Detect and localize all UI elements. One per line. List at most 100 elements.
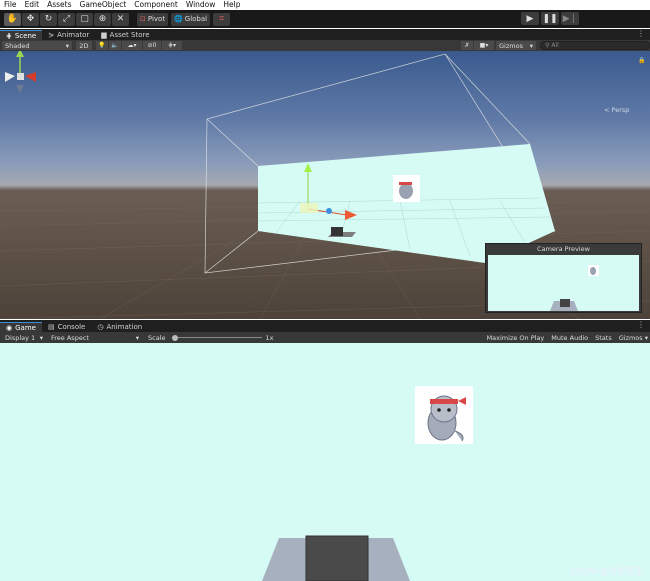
game-character-sprite (415, 386, 473, 444)
visibility-toggle[interactable]: ⊘ 0 (143, 41, 161, 50)
kebab-menu-icon[interactable]: ⋮ (637, 29, 645, 38)
z-axis-handle[interactable] (326, 208, 332, 214)
scale-tool-button[interactable]: ⤢ (58, 12, 75, 26)
chevron-down-icon: ▾ (39, 333, 43, 342)
bulb-icon: 💡 (98, 42, 106, 49)
move-tool-button[interactable]: ✥ (22, 12, 39, 26)
scene-view-bar: Shaded ▾ 2D 💡 🔈 ☁▾ ⊘ 0 ⋕▾ ✗ ■▾ Gizmos ▾ … (0, 40, 650, 51)
gizmo-neg-y-cone[interactable] (16, 85, 24, 93)
shading-dropdown[interactable]: Shaded ▾ (2, 41, 72, 50)
camera-dropdown[interactable]: ■▾ (474, 41, 494, 50)
gizmos-dropdown[interactable]: Gizmos ▾ (496, 41, 536, 50)
tab-animation[interactable]: ◷ Animation (91, 322, 148, 332)
tab-animator[interactable]: ⋟ Animator (42, 30, 95, 40)
tab-console[interactable]: ▤ Console (42, 322, 91, 332)
game-gizmos-dropdown[interactable]: Gizmos ▾ (619, 334, 648, 342)
pivot-toggle[interactable]: ⊡ Pivot (137, 12, 169, 26)
mode-2d-label: 2D (79, 41, 89, 50)
perspective-label[interactable]: < Persp (604, 106, 629, 114)
camera-icon: ■▾ (479, 42, 489, 49)
snap-button[interactable]: ⌗ (213, 12, 231, 26)
custom-tool-icon: ✕ (116, 14, 125, 24)
game-gizmos-label: Gizmos (618, 333, 643, 342)
aspect-dropdown[interactable]: Free Aspect ▾ (48, 333, 142, 342)
gizmo-x-cone[interactable] (25, 72, 36, 82)
menu-assets[interactable]: Assets (43, 0, 75, 10)
kebab-menu-icon[interactable]: ⋮ (637, 320, 645, 329)
scene-search-input[interactable]: ⚲ All (540, 41, 650, 50)
transform-tool-button[interactable]: ⊕ (94, 12, 111, 26)
camera-preview-viewport (488, 255, 639, 311)
game-view[interactable]: CSDN @仓鼠毛吉 (0, 343, 650, 581)
transform-icon: ⊕ (98, 14, 107, 24)
menu-window[interactable]: Window (182, 0, 220, 10)
menu-file[interactable]: File (0, 0, 21, 10)
scale-icon: ⤢ (62, 14, 71, 24)
grid-dropdown[interactable]: ⋕▾ (162, 41, 182, 50)
scene-view[interactable]: < Persp 🔒 Camera Preview (0, 51, 650, 319)
tab-asset-store[interactable]: ▆ Asset Store (95, 30, 155, 40)
custom-tool-button[interactable]: ✕ (112, 12, 129, 26)
menu-help[interactable]: Help (219, 0, 244, 10)
tab-game-label: Game (15, 323, 36, 332)
pivot-icon: ⊡ (140, 15, 146, 23)
mode-2d-button[interactable]: 2D (76, 41, 92, 50)
scale-slider-knob[interactable] (171, 334, 178, 341)
tab-scene[interactable]: ⋕ Scene (0, 30, 43, 40)
orientation-gizmo[interactable] (0, 51, 40, 99)
global-toggle[interactable]: 🌐 Global (171, 12, 211, 26)
rect-tool-button[interactable]: ▢ (76, 12, 93, 26)
aspect-label: Free Aspect (51, 333, 89, 342)
tab-console-label: Console (57, 323, 86, 331)
play-button[interactable]: ▶ (521, 12, 539, 25)
global-label: Global (184, 15, 208, 23)
store-icon: ▆ (101, 31, 107, 39)
tab-game[interactable]: ◉ Game (0, 322, 42, 332)
game-tab-strip: ◉ Game ▤ Console ◷ Animation ⋮ (0, 320, 650, 332)
console-icon: ▤ (47, 323, 55, 331)
stats-toggle[interactable]: Stats (595, 334, 612, 342)
game-view-bar: Display 1 ▾ Free Aspect ▾ Scale 1x Maxim… (0, 332, 650, 343)
step-button[interactable]: ▶❘ (561, 12, 579, 25)
grid-icon: ⋕ (6, 31, 12, 40)
menu-gameobject[interactable]: GameObject (76, 0, 131, 10)
game-canvas (262, 386, 473, 581)
chevron-down-icon: ▾ (65, 41, 69, 50)
gizmos-label: Gizmos (499, 41, 523, 50)
lock-icon[interactable]: 🔒 (638, 57, 645, 64)
scale-slider[interactable] (171, 334, 262, 341)
maximize-on-play-toggle[interactable]: Maximize On Play (487, 334, 545, 342)
effects-dropdown[interactable]: ☁▾ (122, 41, 142, 50)
step-icon: ▶❘ (562, 13, 578, 24)
play-icon: ▶ (526, 13, 534, 24)
chevron-down-icon: ▾ (529, 41, 533, 50)
grid-toggle-icon: ⋕▾ (167, 42, 177, 49)
gizmo-neg-x-cone[interactable] (5, 72, 15, 82)
tab-scene-label: Scene (14, 31, 37, 40)
gizmo-y-cone[interactable] (16, 51, 24, 57)
mute-audio-toggle[interactable]: Mute Audio (551, 334, 588, 342)
hand-icon: ✋ (6, 14, 19, 24)
watermark-text: CSDN @仓鼠毛吉 (570, 567, 644, 577)
animation-icon: ◷ (97, 323, 104, 331)
menu-component[interactable]: Component (130, 0, 182, 10)
tab-animation-label: Animation (106, 323, 143, 331)
main-toolbar: ✋ ✥ ↻ ⤢ ▢ ⊕ ✕ ⊡ Pivot 🌐 Global ⌗ ▶ ❚❚ ▶❘ (0, 10, 650, 28)
menu-bar: File Edit Assets GameObject Component Wi… (0, 0, 650, 10)
pause-button[interactable]: ❚❚ (541, 12, 559, 25)
display-dropdown[interactable]: Display 1 ▾ (2, 333, 46, 342)
scene-character-sprite[interactable] (393, 175, 420, 202)
effects-icon: ☁▾ (127, 42, 137, 49)
camera-preview: Camera Preview (485, 243, 642, 313)
audio-toggle[interactable]: 🔈 (109, 41, 121, 50)
rotate-tool-button[interactable]: ↻ (40, 12, 57, 26)
play-controls: ▶ ❚❚ ▶❘ (520, 12, 579, 25)
hand-tool-button[interactable]: ✋ (4, 12, 21, 26)
game-cube (305, 535, 369, 581)
xy-plane-handle[interactable] (300, 203, 318, 213)
tools-button[interactable]: ✗ (461, 41, 473, 50)
scale-value: 1x (265, 333, 274, 342)
lighting-toggle[interactable]: 💡 (96, 41, 108, 50)
menu-edit[interactable]: Edit (21, 0, 44, 10)
game-icon: ◉ (6, 323, 13, 332)
